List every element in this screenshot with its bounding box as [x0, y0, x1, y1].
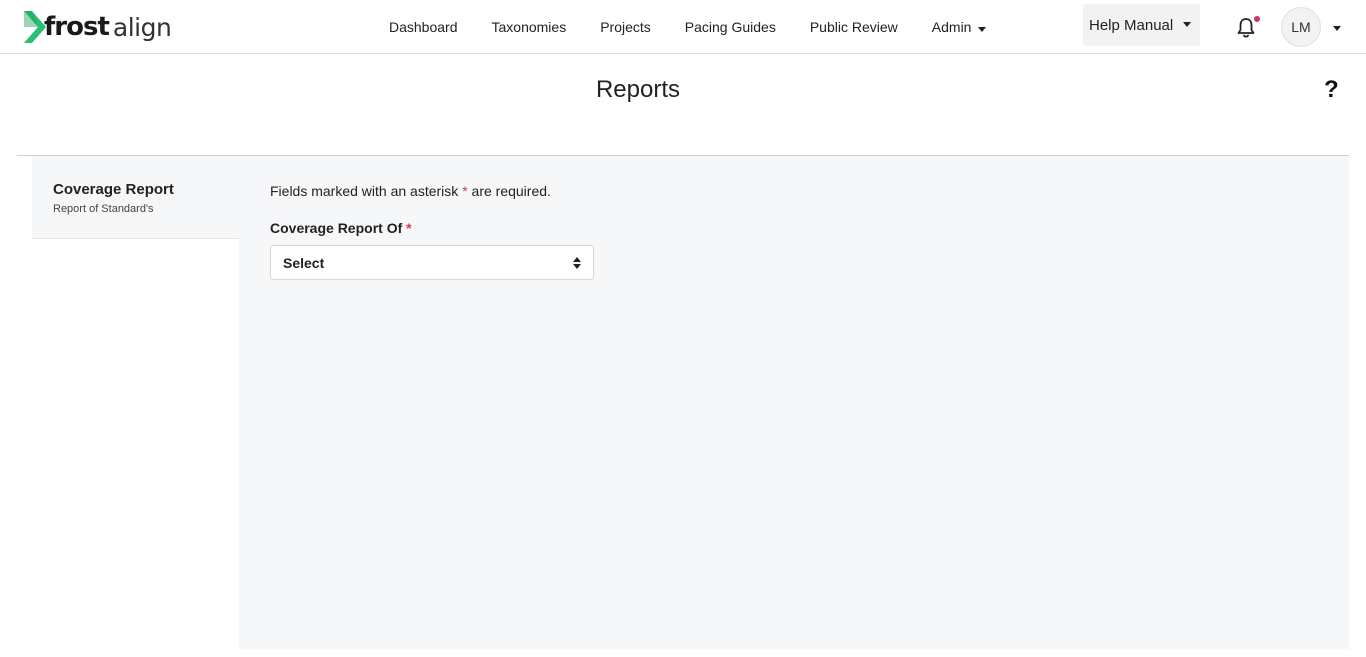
required-fields-note: Fields marked with an asterisk * are req… [270, 183, 551, 199]
field-required-asterisk: * [406, 220, 412, 236]
help-manual-dropdown[interactable]: Help Manual [1083, 4, 1200, 46]
sort-arrows-icon [573, 257, 581, 269]
avatar-initials: LM [1291, 19, 1311, 35]
sidebar-item-title: Coverage Report [53, 181, 174, 198]
required-note-prefix: Fields marked with an asterisk [270, 183, 459, 199]
nav-pacing-guides-label: Pacing Guides [684, 19, 776, 35]
brand-name-bold: frost [44, 12, 110, 42]
avatar-caret-down-icon[interactable] [1333, 26, 1341, 31]
nav-projects[interactable]: Projects [583, 0, 668, 54]
top-navbar: frost align Dashboard Taxonomies Project… [0, 0, 1366, 54]
nav-dashboard-label: Dashboard [389, 19, 458, 35]
caret-down-icon [978, 26, 987, 32]
logo-chevron-icon [24, 11, 46, 43]
nav-public-review-label: Public Review [809, 19, 898, 35]
notification-dot [1254, 16, 1260, 22]
nav-dashboard[interactable]: Dashboard [372, 0, 475, 54]
page-help-icon[interactable]: ? [1324, 76, 1339, 104]
field-label-text: Coverage Report Of [270, 220, 403, 236]
nav-pacing-guides[interactable]: Pacing Guides [668, 0, 793, 54]
required-asterisk: * [462, 183, 468, 199]
frost-align-logo[interactable]: frost align [24, 10, 172, 44]
nav-taxonomies[interactable]: Taxonomies [475, 0, 584, 54]
brand-name-light: align [112, 12, 172, 42]
page-title: Reports [595, 76, 681, 103]
nav-taxonomies-label: Taxonomies [491, 19, 567, 35]
caret-down-icon [1183, 21, 1192, 27]
user-avatar[interactable]: LM [1281, 7, 1321, 47]
nav-public-review[interactable]: Public Review [793, 0, 915, 54]
nav-admin-label: Admin [931, 19, 972, 35]
sidebar-item-coverage-report[interactable]: Coverage Report Report of Standard's [32, 156, 239, 239]
main-nav: Dashboard Taxonomies Projects Pacing Gui… [372, 0, 1003, 54]
help-manual-label: Help Manual [1089, 16, 1174, 34]
coverage-report-of-label: Coverage Report Of * [270, 220, 412, 236]
sidebar-item-subtitle: Report of Standard's [53, 203, 154, 215]
coverage-report-of-select[interactable]: Select [270, 245, 594, 280]
nav-projects-label: Projects [600, 19, 651, 35]
required-note-suffix: are required. [471, 183, 551, 199]
report-form-panel: Fields marked with an asterisk * are req… [239, 156, 1349, 649]
select-value: Select [283, 254, 325, 271]
nav-admin-dropdown[interactable]: Admin [915, 0, 1004, 54]
